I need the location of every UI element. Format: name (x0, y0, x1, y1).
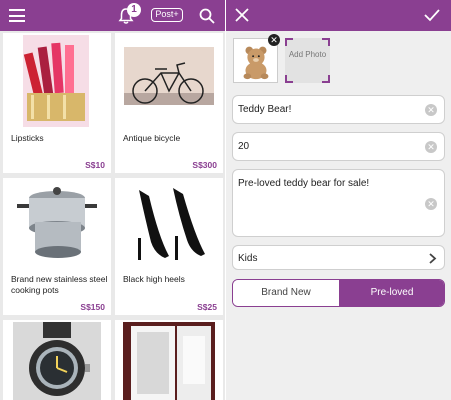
close-icon[interactable] (235, 8, 249, 22)
category-selector[interactable]: Kids (232, 245, 445, 270)
description-field[interactable]: Pre-loved teddy bear for sale! ✕ (232, 169, 445, 237)
listing-title: Brand new stainless steel cooking pots (11, 274, 108, 295)
title-value: Teddy Bear! (238, 104, 292, 115)
chevron-right-icon (429, 253, 437, 264)
clear-icon[interactable]: ✕ (425, 104, 437, 116)
listing-price: S$150 (80, 302, 105, 312)
add-photo-button[interactable]: Add Photo (285, 38, 330, 83)
form-header (226, 0, 451, 31)
listing-price: S$300 (192, 160, 217, 170)
listing-card[interactable] (115, 320, 223, 400)
feed-header: 1 Post+ (0, 0, 225, 31)
frame-corner (285, 38, 293, 46)
price-field[interactable]: 20 ✕ (232, 132, 445, 161)
condition-option-pre-loved[interactable]: Pre-loved (339, 280, 444, 306)
listing-image (3, 320, 111, 400)
clear-icon[interactable]: ✕ (425, 141, 437, 153)
title-field[interactable]: Teddy Bear! ✕ (232, 95, 445, 124)
listing-feed: 1 Post+ Lipsticks S$10 Antique bicycle S… (0, 0, 225, 400)
frame-corner (285, 75, 293, 83)
description-value: Pre-loved teddy bear for sale! (238, 178, 370, 189)
listing-price: S$10 (85, 160, 105, 170)
listing-image (3, 33, 111, 143)
listing-card[interactable]: Lipsticks S$10 (3, 33, 111, 173)
listing-title: Lipsticks (11, 133, 44, 143)
listing-price: S$25 (197, 302, 217, 312)
listing-image (115, 178, 223, 270)
listing-title: Antique bicycle (123, 133, 181, 143)
listing-image (115, 33, 223, 143)
frame-corner (322, 38, 330, 46)
add-photo-label: Add Photo (288, 50, 327, 59)
listing-card[interactable]: Brand new stainless steel cooking pots S… (3, 178, 111, 315)
clear-icon[interactable]: ✕ (425, 198, 437, 210)
post-button[interactable]: Post+ (151, 8, 183, 22)
search-icon[interactable] (199, 8, 215, 24)
condition-option-brand-new[interactable]: Brand New (233, 280, 339, 306)
notification-badge: 1 (127, 3, 141, 17)
listing-card[interactable]: Black high heels S$25 (115, 178, 223, 315)
menu-icon[interactable] (9, 9, 25, 22)
post-listing-form: ✕ Add Photo Teddy Bear! ✕ 20 ✕ Pre-loved… (226, 0, 451, 400)
category-value: Kids (238, 253, 258, 264)
listing-image (3, 178, 111, 270)
listing-image (115, 320, 223, 400)
check-icon[interactable] (424, 8, 440, 22)
listing-title: Black high heels (123, 274, 185, 284)
price-value: 20 (238, 141, 250, 152)
frame-corner (322, 75, 330, 83)
condition-segmented-control: Brand New Pre-loved (232, 279, 445, 307)
remove-photo-icon[interactable]: ✕ (268, 34, 280, 46)
listing-card[interactable] (3, 320, 111, 400)
listing-card[interactable]: Antique bicycle S$300 (115, 33, 223, 173)
